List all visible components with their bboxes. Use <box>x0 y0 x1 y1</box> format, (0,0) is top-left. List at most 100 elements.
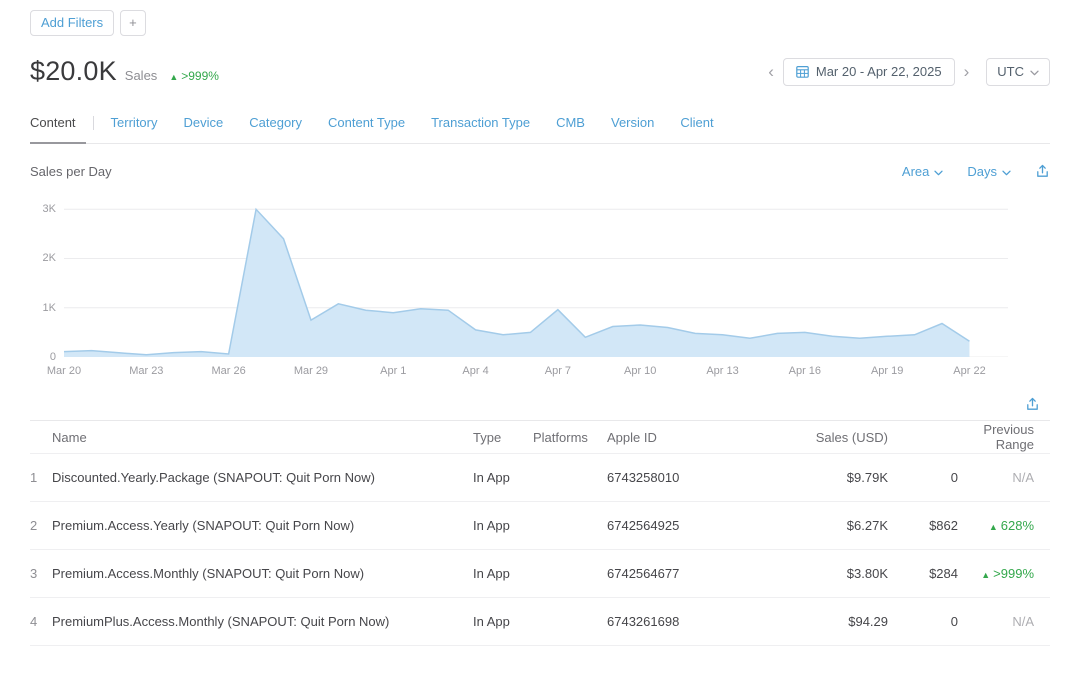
row-change-value: N/A <box>1012 614 1034 629</box>
y-axis-label: 0 <box>50 351 56 363</box>
y-axis-label: 3K <box>43 203 56 215</box>
calendar-icon <box>796 65 809 78</box>
sales-summary: $20.0K Sales ▲ >999% <box>30 56 219 87</box>
add-filter-plus-button[interactable]: + <box>120 10 146 36</box>
timezone-label: UTC <box>997 64 1024 80</box>
row-sales: $9.79K <box>767 470 888 485</box>
date-controls: ‹ Mar 20 - Apr 22, 2025 › UTC <box>766 58 1050 86</box>
tab-content[interactable]: Content <box>30 115 76 130</box>
up-arrow-icon: ▲ <box>989 522 998 532</box>
summary-row: $20.0K Sales ▲ >999% ‹ Mar 20 - Apr 22, … <box>30 56 1050 87</box>
x-axis-label: Mar 26 <box>212 365 246 377</box>
row-previous-range: ▲628% <box>958 518 1050 533</box>
timezone-button[interactable]: UTC <box>986 58 1050 86</box>
row-type: In App <box>473 470 533 485</box>
row-index: 3 <box>30 566 52 581</box>
report-tabs: Content Territory Device Category Conten… <box>30 115 1050 130</box>
sales-area-chart <box>64 197 1008 357</box>
header-previous-range: Previous Range <box>958 422 1050 452</box>
tabs-divider-line <box>30 143 1050 144</box>
row-index: 4 <box>30 614 52 629</box>
chevron-down-icon <box>1002 164 1011 179</box>
row-change-value: 628% <box>1001 518 1034 533</box>
row-apple-id: 6743261698 <box>607 614 767 629</box>
table-export-icon[interactable] <box>1025 397 1040 412</box>
row-apple-id: 6742564677 <box>607 566 767 581</box>
sales-change-value: >999% <box>181 69 219 83</box>
tab-transaction-type[interactable]: Transaction Type <box>431 115 530 130</box>
chart-plot-area: Mar 20 Mar 23 Mar 26 Mar 29 Apr 1 Apr 4 … <box>64 197 1008 387</box>
header-type: Type <box>473 430 533 445</box>
up-arrow-icon: ▲ <box>981 570 990 580</box>
row-type: In App <box>473 614 533 629</box>
row-name: PremiumPlus.Access.Monthly (SNAPOUT: Qui… <box>52 614 473 629</box>
y-axis-label: 2K <box>43 252 56 264</box>
x-axis-label: Apr 10 <box>624 365 656 377</box>
chart-title: Sales per Day <box>30 164 112 179</box>
next-period-button[interactable]: › <box>962 63 972 80</box>
tab-divider <box>93 116 94 130</box>
chart-controls: Area Days <box>902 164 1050 179</box>
previous-period-button[interactable]: ‹ <box>766 63 776 80</box>
tab-cmb[interactable]: CMB <box>556 115 585 130</box>
filters-bar: Add Filters + <box>30 10 1050 36</box>
tab-category[interactable]: Category <box>249 115 302 130</box>
row-previous: 0 <box>888 614 958 629</box>
tab-territory[interactable]: Territory <box>111 115 158 130</box>
table-toolbar <box>30 397 1050 412</box>
x-axis-label: Apr 1 <box>380 365 406 377</box>
chart-interval-dropdown[interactable]: Days <box>967 164 1011 179</box>
chart-interval-label: Days <box>967 164 997 179</box>
sales-table: Name Type Platforms Apple ID Sales (USD)… <box>30 420 1050 646</box>
chevron-down-icon <box>1030 64 1039 80</box>
chart-type-label: Area <box>902 164 929 179</box>
header-platforms: Platforms <box>533 430 607 445</box>
row-name: Discounted.Yearly.Package (SNAPOUT: Quit… <box>52 470 473 485</box>
chevron-down-icon <box>934 164 943 179</box>
row-previous: 0 <box>888 470 958 485</box>
up-arrow-icon: ▲ <box>169 72 178 82</box>
chart-type-dropdown[interactable]: Area <box>902 164 943 179</box>
chart-header: Sales per Day Area Days <box>30 164 1050 179</box>
row-sales: $6.27K <box>767 518 888 533</box>
sales-chart: 3K 2K 1K 0 Mar 20 Mar 23 Mar 26 Mar 29 A… <box>30 197 1050 387</box>
row-name: Premium.Access.Monthly (SNAPOUT: Quit Po… <box>52 566 473 581</box>
row-previous-range: N/A <box>958 470 1050 485</box>
tab-client[interactable]: Client <box>680 115 713 130</box>
sales-dashboard: Add Filters + $20.0K Sales ▲ >999% ‹ <box>0 0 1080 646</box>
date-range-label: Mar 20 - Apr 22, 2025 <box>816 64 942 80</box>
row-apple-id: 6743258010 <box>607 470 767 485</box>
x-axis-label: Apr 4 <box>462 365 488 377</box>
add-filters-button[interactable]: Add Filters <box>30 10 114 36</box>
x-axis-label: Apr 16 <box>789 365 821 377</box>
total-sales-value: $20.0K <box>30 56 117 87</box>
row-sales: $94.29 <box>767 614 888 629</box>
row-name: Premium.Access.Yearly (SNAPOUT: Quit Por… <box>52 518 473 533</box>
row-previous: $862 <box>888 518 958 533</box>
table-row[interactable]: 4 PremiumPlus.Access.Monthly (SNAPOUT: Q… <box>30 598 1050 646</box>
row-previous: $284 <box>888 566 958 581</box>
x-axis-label: Apr 13 <box>706 365 738 377</box>
tab-version[interactable]: Version <box>611 115 654 130</box>
chart-x-axis: Mar 20 Mar 23 Mar 26 Mar 29 Apr 1 Apr 4 … <box>64 365 1008 387</box>
row-change-value: N/A <box>1012 470 1034 485</box>
sales-change-badge: ▲ >999% <box>169 69 219 83</box>
row-change-value: >999% <box>993 566 1034 581</box>
table-row[interactable]: 3 Premium.Access.Monthly (SNAPOUT: Quit … <box>30 550 1050 598</box>
x-axis-label: Apr 22 <box>953 365 985 377</box>
table-header-row: Name Type Platforms Apple ID Sales (USD)… <box>30 420 1050 454</box>
table-row[interactable]: 1 Discounted.Yearly.Package (SNAPOUT: Qu… <box>30 454 1050 502</box>
row-index: 2 <box>30 518 52 533</box>
table-row[interactable]: 2 Premium.Access.Yearly (SNAPOUT: Quit P… <box>30 502 1050 550</box>
x-axis-label: Mar 29 <box>294 365 328 377</box>
row-sales: $3.80K <box>767 566 888 581</box>
tab-device[interactable]: Device <box>184 115 224 130</box>
row-previous-range: ▲>999% <box>958 566 1050 581</box>
chart-export-icon[interactable] <box>1035 164 1050 179</box>
header-name: Name <box>52 430 473 445</box>
row-type: In App <box>473 566 533 581</box>
row-previous-range: N/A <box>958 614 1050 629</box>
tab-content-type[interactable]: Content Type <box>328 115 405 130</box>
date-range-button[interactable]: Mar 20 - Apr 22, 2025 <box>783 58 955 86</box>
row-apple-id: 6742564925 <box>607 518 767 533</box>
